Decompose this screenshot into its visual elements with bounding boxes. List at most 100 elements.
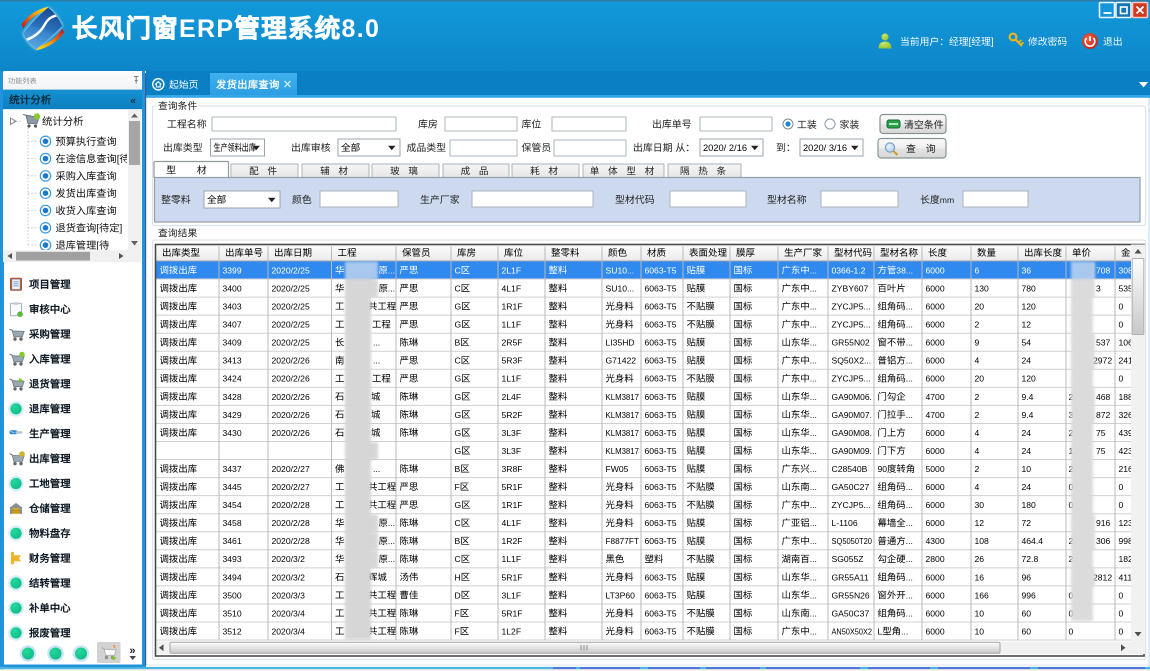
svg-text:439: 439 bbox=[1119, 428, 1134, 438]
svg-text:...: ... bbox=[810, 626, 817, 636]
svg-text:3512: 3512 bbox=[223, 626, 242, 636]
svg-text:G: G bbox=[455, 500, 462, 510]
svg-text:3510: 3510 bbox=[223, 608, 242, 618]
svg-text:F: F bbox=[455, 626, 460, 636]
svg-text:6063-T5: 6063-T5 bbox=[645, 265, 677, 275]
svg-text:96: 96 bbox=[1022, 572, 1032, 582]
svg-text:6000: 6000 bbox=[926, 374, 945, 384]
svg-text:F8877FT: F8877FT bbox=[606, 536, 639, 546]
svg-text:2020/2/25: 2020/2/25 bbox=[272, 302, 310, 312]
svg-text:«: « bbox=[130, 94, 136, 106]
svg-text:182: 182 bbox=[1119, 554, 1134, 564]
svg-text:1L2F: 1L2F bbox=[502, 626, 522, 636]
svg-text:[: [ bbox=[96, 224, 99, 235]
svg-text:GR55N26: GR55N26 bbox=[832, 590, 870, 600]
svg-text:6063-T5: 6063-T5 bbox=[645, 446, 677, 456]
svg-text:24: 24 bbox=[1022, 446, 1032, 456]
svg-text:75: 75 bbox=[1096, 446, 1106, 456]
svg-text:6063-T5: 6063-T5 bbox=[645, 626, 677, 636]
svg-text:2020/3/2: 2020/3/2 bbox=[272, 572, 306, 582]
svg-text:LT3P60: LT3P60 bbox=[606, 590, 636, 600]
svg-text:2020/: 2020/ bbox=[703, 143, 727, 153]
svg-text:6063-T5: 6063-T5 bbox=[645, 518, 677, 528]
svg-text:6000: 6000 bbox=[926, 518, 945, 528]
svg-text:C28540B: C28540B bbox=[832, 464, 868, 474]
svg-text:6063-T5: 6063-T5 bbox=[645, 572, 677, 582]
svg-text:4: 4 bbox=[975, 428, 980, 438]
svg-text:12: 12 bbox=[1022, 320, 1032, 330]
svg-text:2: 2 bbox=[975, 410, 980, 420]
svg-text:...: ... bbox=[388, 536, 395, 546]
svg-text:3493: 3493 bbox=[223, 554, 242, 564]
svg-text:...: ... bbox=[810, 392, 817, 402]
svg-text:G71422: G71422 bbox=[606, 356, 637, 366]
svg-text:8.0: 8.0 bbox=[342, 15, 381, 43]
svg-text:535: 535 bbox=[1119, 284, 1134, 294]
svg-text:3445: 3445 bbox=[223, 482, 242, 492]
svg-text:...: ... bbox=[388, 265, 395, 275]
svg-text:KLM3817: KLM3817 bbox=[606, 447, 640, 456]
svg-text:38...: 38... bbox=[896, 265, 913, 275]
svg-text:...: ... bbox=[810, 356, 817, 366]
svg-text:ERP: ERP bbox=[179, 15, 234, 43]
svg-text:3458: 3458 bbox=[223, 518, 242, 528]
svg-text:9.4: 9.4 bbox=[1022, 410, 1034, 420]
svg-text:KLM3817: KLM3817 bbox=[606, 429, 640, 438]
svg-text:...: ... bbox=[810, 338, 817, 348]
svg-text:16: 16 bbox=[975, 572, 985, 582]
svg-text:6000: 6000 bbox=[926, 590, 945, 600]
svg-text:75: 75 bbox=[1096, 428, 1106, 438]
svg-text:6000: 6000 bbox=[926, 284, 945, 294]
svg-text:...: ... bbox=[810, 302, 817, 312]
svg-text:5000: 5000 bbox=[926, 464, 945, 474]
svg-text:12: 12 bbox=[975, 518, 985, 528]
svg-text:24: 24 bbox=[1022, 356, 1032, 366]
svg-text:G: G bbox=[455, 374, 462, 384]
svg-text:30: 30 bbox=[975, 500, 985, 510]
svg-text:10: 10 bbox=[1022, 464, 1032, 474]
svg-text:6000: 6000 bbox=[926, 356, 945, 366]
svg-text:...: ... bbox=[373, 464, 380, 474]
svg-text:2020/2/27: 2020/2/27 bbox=[272, 482, 310, 492]
svg-text:...: ... bbox=[388, 554, 395, 564]
svg-text:...: ... bbox=[906, 500, 913, 510]
svg-text:B: B bbox=[455, 536, 461, 546]
svg-text:6063-T5: 6063-T5 bbox=[645, 338, 677, 348]
svg-text:G: G bbox=[455, 446, 462, 456]
svg-text:6063-T5: 6063-T5 bbox=[645, 320, 677, 330]
svg-text:KLM3817: KLM3817 bbox=[606, 410, 640, 419]
svg-text:2020/3/4: 2020/3/4 bbox=[272, 626, 306, 636]
svg-text:6063-T5: 6063-T5 bbox=[645, 356, 677, 366]
svg-text:L-1106: L-1106 bbox=[832, 518, 858, 528]
svg-text:0: 0 bbox=[1119, 374, 1124, 384]
svg-text:GA90M08.: GA90M08. bbox=[832, 428, 872, 438]
svg-text:0: 0 bbox=[1069, 626, 1074, 636]
svg-text:326: 326 bbox=[1119, 410, 1134, 420]
svg-text:2R5F: 2R5F bbox=[502, 338, 523, 348]
svg-text:...: ... bbox=[810, 554, 817, 564]
svg-text:3407: 3407 bbox=[223, 320, 242, 330]
svg-text:6063-T5: 6063-T5 bbox=[645, 428, 677, 438]
svg-text:2L1F: 2L1F bbox=[502, 265, 522, 275]
svg-text:708: 708 bbox=[1096, 265, 1111, 275]
svg-text:0: 0 bbox=[1119, 608, 1124, 618]
svg-text:3429: 3429 bbox=[223, 410, 242, 420]
svg-text:C: C bbox=[455, 518, 461, 528]
svg-text:GR55N02: GR55N02 bbox=[832, 338, 870, 348]
svg-text:ZYBY607: ZYBY607 bbox=[832, 284, 869, 294]
svg-text:0366-1.2: 0366-1.2 bbox=[832, 265, 866, 275]
svg-text:2: 2 bbox=[975, 464, 980, 474]
svg-text:108: 108 bbox=[975, 536, 990, 546]
svg-text:3409: 3409 bbox=[223, 338, 242, 348]
svg-text:3L3F: 3L3F bbox=[502, 428, 522, 438]
svg-text:C: C bbox=[455, 265, 461, 275]
svg-text:3494: 3494 bbox=[223, 572, 242, 582]
svg-text:2020/2/26: 2020/2/26 bbox=[272, 428, 310, 438]
svg-text:2020/2/25: 2020/2/25 bbox=[272, 320, 310, 330]
svg-text:H: H bbox=[455, 572, 461, 582]
svg-text:]: ] bbox=[991, 37, 994, 48]
svg-text:...: ... bbox=[810, 428, 817, 438]
svg-text:1R1F: 1R1F bbox=[502, 302, 523, 312]
svg-text:0: 0 bbox=[1119, 500, 1124, 510]
svg-text:3R8F: 3R8F bbox=[502, 464, 523, 474]
